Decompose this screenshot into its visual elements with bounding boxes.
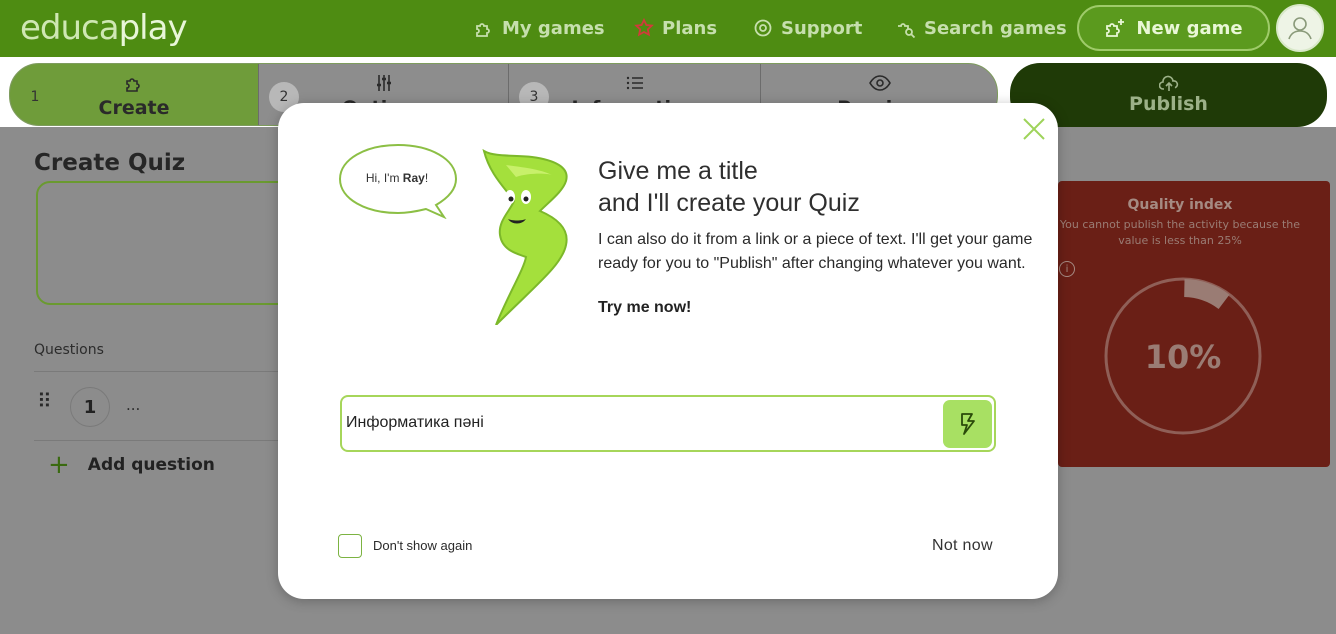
- page-title: Create Quiz: [34, 150, 186, 176]
- puzzle-icon: [126, 77, 140, 92]
- close-icon[interactable]: [1021, 116, 1047, 142]
- not-now-button[interactable]: Not now: [932, 537, 993, 555]
- nav-support-label: Support: [781, 17, 863, 39]
- cloud-upload-icon: [1158, 75, 1178, 91]
- info-icon[interactable]: i: [1059, 261, 1075, 277]
- lifebuoy-icon: [754, 19, 772, 37]
- publish-button[interactable]: Publish: [1010, 63, 1327, 127]
- modal-heading-line2: and I'll create your Quiz: [598, 189, 860, 217]
- quality-index-panel: Quality index You cannot publish the act…: [1058, 181, 1330, 467]
- bubble-prefix: Hi, I'm: [365, 171, 403, 185]
- step-create[interactable]: 1 Create: [10, 64, 259, 125]
- divider: [34, 440, 284, 441]
- ai-quiz-modal: Hi, I'm Ray! Give me a title and I'll cr…: [278, 103, 1058, 599]
- modal-description: I can also do it from a link or a piece …: [598, 231, 1033, 272]
- nav-my-games[interactable]: My games: [474, 16, 605, 40]
- title-input[interactable]: [346, 405, 936, 441]
- list-icon: [626, 76, 643, 89]
- questions-header: Questions: [34, 342, 104, 358]
- puzzle-icon: [476, 23, 490, 37]
- quality-subtitle: You cannot publish the activity because …: [1059, 218, 1301, 247]
- step-number: 1: [30, 89, 40, 105]
- new-game-label: New game: [1136, 17, 1243, 39]
- question-number-badge[interactable]: 1: [70, 387, 110, 427]
- nav-search-games-label: Search games: [924, 17, 1067, 39]
- nav-plans-label: Plans: [662, 17, 718, 39]
- dont-show-again-checkbox[interactable]: [338, 534, 362, 558]
- modal-heading: Give me a title and I'll create your Qui…: [598, 155, 860, 219]
- educaplay-logo[interactable]: educaplay: [20, 8, 188, 48]
- user-avatar[interactable]: [1276, 4, 1324, 52]
- nav-support[interactable]: Support: [753, 16, 862, 40]
- quiz-title-editor[interactable]: [36, 181, 296, 305]
- quality-gauge-fill: [1183, 279, 1230, 310]
- title-input-wrapper: [340, 395, 996, 452]
- add-question-button[interactable]: + Add question: [48, 450, 215, 480]
- quality-value: 10%: [1145, 338, 1222, 376]
- search-puzzle-icon: [898, 23, 916, 38]
- star-icon: [634, 18, 654, 37]
- puzzle-plus-icon: [1106, 19, 1125, 37]
- quality-title: Quality index: [1127, 197, 1233, 213]
- plus-icon: +: [48, 450, 70, 480]
- try-me-now-text: Try me now!: [598, 299, 692, 316]
- bubble-text: Hi, I'm Ray!: [338, 171, 456, 185]
- quality-gauge: 10%: [1104, 277, 1262, 435]
- modal-heading-line1: Give me a title: [598, 157, 758, 185]
- eye-icon: [869, 74, 891, 91]
- bubble-suffix: !: [424, 171, 429, 185]
- logo-text-accent: play: [118, 8, 188, 48]
- new-game-button[interactable]: New game: [1077, 5, 1270, 51]
- user-icon: [1288, 17, 1312, 40]
- add-question-label: Add question: [87, 455, 215, 475]
- bubble-name: Ray: [402, 171, 425, 185]
- publish-label: Publish: [1129, 93, 1208, 115]
- ray-mascot-icon: [482, 149, 568, 325]
- nav-plans[interactable]: Plans: [634, 16, 717, 40]
- logo-text-main: educa: [20, 8, 120, 48]
- question-text[interactable]: ...: [126, 396, 140, 414]
- top-navbar: educaplay My games Plans Support Search …: [0, 0, 1336, 57]
- dont-show-again-label[interactable]: Don't show again: [373, 538, 472, 553]
- divider: [34, 371, 284, 372]
- sliders-icon: [376, 74, 391, 91]
- nav-my-games-label: My games: [502, 17, 605, 39]
- nav-search-games[interactable]: Search games: [896, 16, 1067, 40]
- drag-handle-icon[interactable]: ⠿: [37, 391, 52, 411]
- step-label: Create: [98, 96, 170, 119]
- generate-button[interactable]: [943, 400, 992, 448]
- bolt-icon: [960, 413, 975, 435]
